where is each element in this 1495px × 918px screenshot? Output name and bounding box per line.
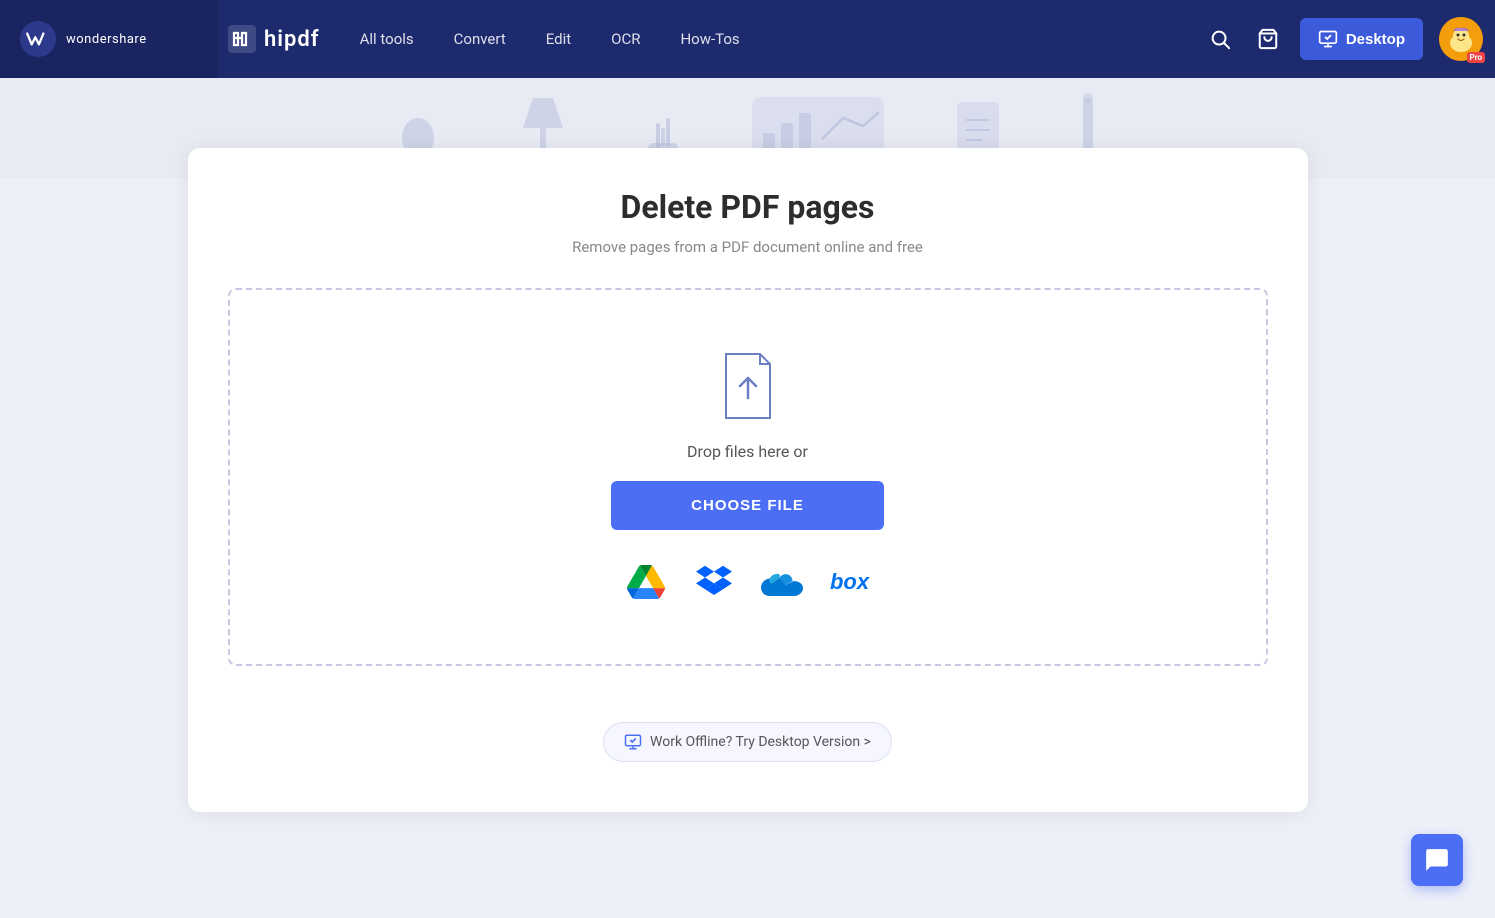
onedrive-icon [761,564,803,600]
main-container: Delete PDF pages Remove pages from a PDF… [0,178,1495,852]
onedrive-button[interactable] [760,560,804,604]
chat-icon [1424,847,1450,873]
page-subtitle: Remove pages from a PDF document online … [228,238,1268,256]
hipdf-text-label: hipdf [264,27,320,52]
brand-name-label: wondershare [66,32,147,47]
search-button[interactable] [1204,23,1236,55]
choose-file-button[interactable]: CHOOSE FILE [611,481,884,530]
desktop-icon [1318,29,1338,49]
nav-all-tools[interactable]: All tools [360,26,414,52]
google-drive-icon [627,563,665,601]
upload-icon [716,350,780,422]
nav-how-tos[interactable]: How-Tos [680,26,739,52]
wondershare-icon [20,21,56,57]
cart-icon [1257,28,1279,50]
cart-button[interactable] [1252,23,1284,55]
offline-banner[interactable]: Work Offline? Try Desktop Version > [603,722,892,762]
desktop-small-icon [624,733,642,751]
box-button[interactable]: box [828,560,872,604]
nav-edit[interactable]: Edit [546,26,571,52]
desktop-button-label: Desktop [1346,31,1405,48]
nav-right: Desktop Pro [1204,17,1483,61]
dropbox-icon [696,564,732,600]
page-title: Delete PDF pages [228,188,1268,226]
user-avatar[interactable]: Pro [1439,17,1483,61]
main-card: Delete PDF pages Remove pages from a PDF… [188,148,1308,812]
navbar: wondershare hipdf All tools Convert Edit… [0,0,1495,78]
nav-convert[interactable]: Convert [454,26,506,52]
nav-links: All tools Convert Edit OCR How-Tos [360,26,1204,52]
chat-support-button[interactable] [1411,834,1463,886]
google-drive-button[interactable] [624,560,668,604]
drop-text-label: Drop files here or [687,442,808,461]
nav-ocr[interactable]: OCR [611,26,640,52]
upload-icon-wrap [716,350,780,422]
hipdf-logo[interactable]: hipdf [228,25,320,53]
cloud-icons-row: box [624,560,872,604]
box-icon: box [830,569,869,595]
hipdf-logo-icon [228,25,256,53]
offline-banner-text: Work Offline? Try Desktop Version > [650,734,871,750]
drop-zone[interactable]: Drop files here or CHOOSE FILE [228,288,1268,666]
dropbox-button[interactable] [692,560,736,604]
search-icon [1209,28,1231,50]
pro-badge: Pro [1467,52,1485,63]
brand-logo[interactable]: wondershare [0,0,218,78]
desktop-button[interactable]: Desktop [1300,18,1423,60]
